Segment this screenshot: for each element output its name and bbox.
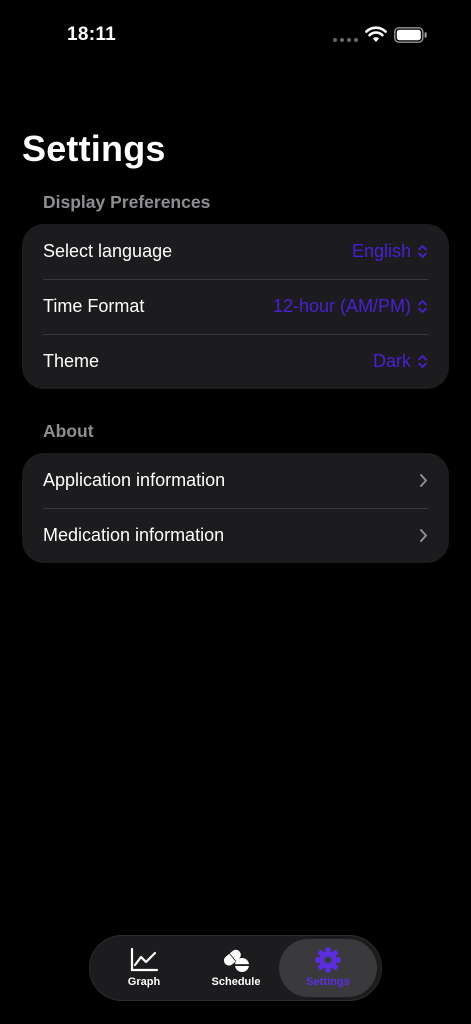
row-value: 12-hour (AM/PM) <box>272 296 411 316</box>
gear-icon <box>315 947 341 973</box>
chevron-right-icon <box>420 529 427 542</box>
tab-schedule[interactable]: Schedule <box>187 939 285 997</box>
status-bar: 18:11 <box>0 0 471 60</box>
language-picker[interactable]: English <box>352 241 428 262</box>
select-language-row[interactable]: Select language English <box>22 224 449 279</box>
application-information-row[interactable]: Application information <box>22 453 449 508</box>
chevron-right-icon <box>420 474 427 487</box>
row-value: Dark <box>372 351 411 371</box>
row-value: English <box>351 241 411 261</box>
section-header-display-preferences: Display Preferences <box>43 192 211 212</box>
medication-information-row[interactable]: Medication information <box>22 508 449 563</box>
tab-label: Settings <box>306 976 350 988</box>
tab-label: Graph <box>127 976 161 988</box>
chevron-up-down-icon <box>418 300 427 313</box>
row-label: Application information <box>43 470 226 490</box>
time-format-picker[interactable]: 12-hour (AM/PM) <box>273 296 428 317</box>
section-header-about: About <box>43 421 94 441</box>
row-label: Time Format <box>43 296 145 316</box>
tab-label: Schedule <box>211 976 261 988</box>
about-card: Application information Medication infor… <box>22 453 449 563</box>
tab-graph[interactable]: Graph <box>95 939 193 997</box>
status-time: 18:11 <box>67 24 117 45</box>
wifi-icon <box>365 26 387 42</box>
theme-picker[interactable]: Dark <box>373 351 428 372</box>
tab-bar: Graph Schedule Settings <box>89 935 382 1001</box>
display-preferences-card: Select language English Time Format 12-h… <box>22 224 449 389</box>
chart-line-icon <box>130 947 159 972</box>
pills-icon <box>223 949 249 972</box>
battery-icon <box>394 27 427 43</box>
row-label: Theme <box>43 351 100 371</box>
tab-settings[interactable]: Settings <box>279 939 377 997</box>
row-label: Medication information <box>43 525 225 545</box>
page-title: Settings <box>22 128 166 169</box>
theme-row[interactable]: Theme Dark <box>22 334 449 389</box>
chevron-up-down-icon <box>418 355 427 368</box>
cellular-signal-icon <box>333 38 358 42</box>
row-label: Select language <box>43 241 173 261</box>
time-format-row[interactable]: Time Format 12-hour (AM/PM) <box>22 279 449 334</box>
chevron-up-down-icon <box>418 245 427 258</box>
